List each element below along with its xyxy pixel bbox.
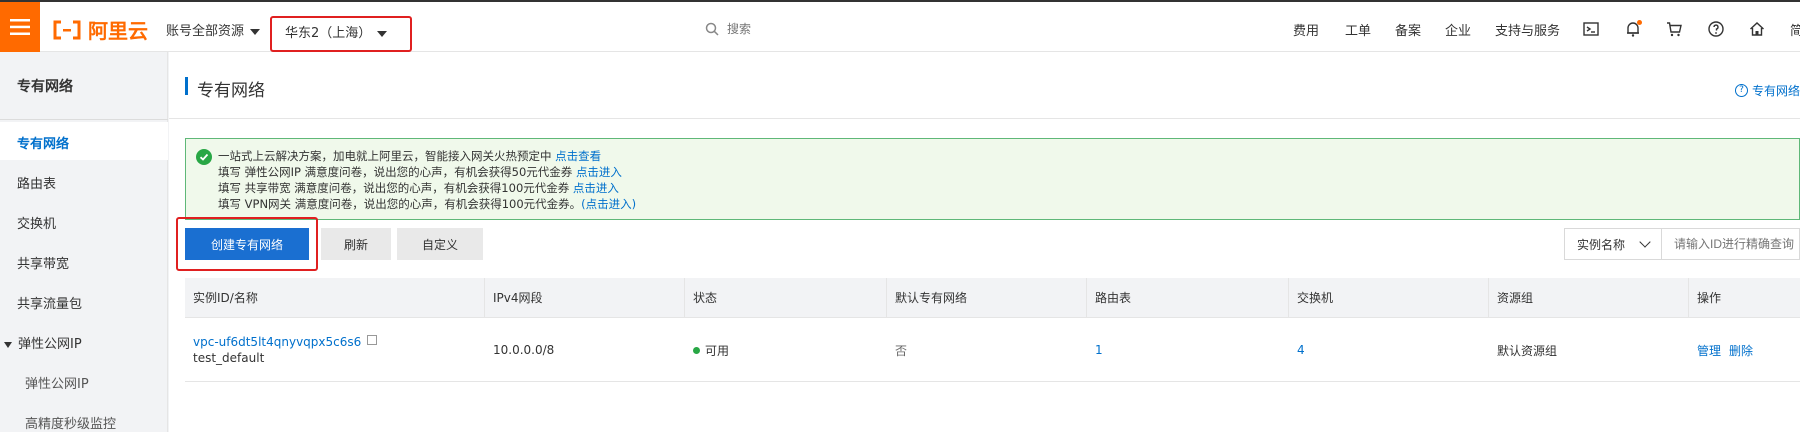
notice-line-3: 填写 共享带宽 满意度问卷，说出您的心声，有机会获得100元代金券 点击进入 bbox=[218, 180, 619, 196]
notice-line-1-text: 一站式上云解决方案，加电就上阿里云，智能接入网关火热预定中 bbox=[218, 149, 552, 163]
notice-link-4[interactable]: (点击进入) bbox=[581, 197, 636, 211]
cell-resource-group: 默认资源组 bbox=[1497, 343, 1558, 358]
notice-line-2: 填写 弹性公网IP 满意度问卷，说出您的心声，有机会获得50元代金券 点击进入 bbox=[218, 164, 622, 180]
notice-line-4: 填写 VPN网关 满意度问卷，说出您的心声，有机会获得100元代金券。(点击进入… bbox=[218, 196, 636, 212]
cell-default-vpc: 否 bbox=[895, 343, 908, 358]
cell-cidr: 10.0.0.0/8 bbox=[493, 343, 555, 357]
logo-text: 阿里云 bbox=[88, 19, 148, 43]
customize-button[interactable]: 自定义 bbox=[397, 228, 483, 260]
filter-search-input[interactable] bbox=[1662, 228, 1800, 260]
route-table-count-link[interactable]: 1 bbox=[1095, 343, 1103, 357]
caret-down-icon bbox=[377, 30, 388, 37]
sidebar-item-shared-traffic[interactable]: 共享流量包 bbox=[17, 293, 82, 312]
aliyun-logo-icon bbox=[53, 20, 81, 39]
sidebar-title: 专有网络 bbox=[17, 79, 73, 95]
notice-link-2[interactable]: 点击进入 bbox=[576, 165, 622, 179]
vpc-name: test_default bbox=[193, 351, 265, 365]
sidebar-subitem-monitor[interactable]: 高精度秒级监控 bbox=[25, 413, 116, 432]
nav-tickets[interactable]: 工单 bbox=[1345, 20, 1371, 39]
column-header-vswitch: 交换机 bbox=[1289, 278, 1489, 318]
question-circle-icon: ? bbox=[1734, 84, 1748, 97]
notice-line-2-text: 填写 弹性公网IP 满意度问卷，说出您的心声，有机会获得50元代金券 bbox=[218, 165, 573, 179]
help-doc-link[interactable]: ? 专有网络 bbox=[1734, 82, 1800, 99]
cell-id-name: vpc-uf6dt5lt4qnyvqpx5c6s6 test_default bbox=[185, 318, 485, 382]
sidebar-item-shared-bandwidth[interactable]: 共享带宽 bbox=[17, 253, 69, 272]
search-icon bbox=[705, 22, 719, 36]
copy-icon[interactable] bbox=[367, 335, 378, 345]
global-search[interactable] bbox=[705, 18, 965, 40]
vpc-id-link[interactable]: vpc-uf6dt5lt4qnyvqpx5c6s6 bbox=[193, 335, 361, 349]
help-icon[interactable] bbox=[1707, 20, 1725, 38]
notice-line-4-text: 填写 VPN网关 满意度问卷，说出您的心声，有机会获得100元代金券。 bbox=[218, 197, 582, 211]
filter-field-select[interactable]: 实例名称 bbox=[1564, 228, 1662, 260]
nav-language-cut[interactable]: 简 bbox=[1790, 20, 1800, 39]
vpc-id-line: vpc-uf6dt5lt4qnyvqpx5c6s6 bbox=[193, 335, 378, 349]
notice-line-3-text: 填写 共享带宽 满意度问卷，说出您的心声，有机会获得100元代金券 bbox=[218, 181, 570, 195]
column-header-actions: 操作 bbox=[1697, 291, 1722, 305]
help-doc-label: 专有网络 bbox=[1751, 84, 1800, 98]
terminal-icon[interactable] bbox=[1582, 20, 1600, 38]
notice-link-1[interactable]: 点击查看 bbox=[555, 149, 601, 163]
cell-route-tables: 1 bbox=[1087, 318, 1289, 382]
sidebar-item-vpc[interactable]: 专有网络 bbox=[17, 133, 69, 152]
account-resources-dropdown[interactable]: 账号全部资源 bbox=[166, 20, 261, 39]
refresh-button[interactable]: 刷新 bbox=[321, 228, 391, 260]
vswitch-count-link[interactable]: 4 bbox=[1297, 343, 1305, 357]
account-resources-label: 账号全部资源 bbox=[166, 24, 245, 39]
check-circle-icon bbox=[196, 149, 212, 165]
column-header-default: 默认专有网络 bbox=[887, 278, 1087, 318]
table-row: vpc-uf6dt5lt4qnyvqpx5c6s6 test_default 1… bbox=[185, 318, 1800, 382]
nav-icp[interactable]: 备案 bbox=[1395, 20, 1421, 39]
top-bar: 阿里云 账号全部资源 华东2（上海） 费用 工单 备案 企业 支持与服务 简 bbox=[0, 0, 1800, 52]
menu-icon[interactable] bbox=[0, 2, 40, 52]
main-content: 专有网络 ? 专有网络 一站式上云解决方案，加电就上阿里云，智能接入网关火热预定… bbox=[169, 52, 1800, 432]
cell-actions: 管理 删除 bbox=[1689, 318, 1800, 382]
sidebar-subitem-eip[interactable]: 弹性公网IP bbox=[25, 373, 89, 392]
caret-down-icon bbox=[250, 28, 261, 35]
search-input[interactable] bbox=[727, 22, 927, 36]
notice-line-1: 一站式上云解决方案，加电就上阿里云，智能接入网关火热预定中 点击查看 bbox=[218, 148, 601, 164]
delete-link[interactable]: 删除 bbox=[1729, 342, 1753, 359]
title-accent-bar bbox=[185, 77, 188, 95]
column-header-route-table: 路由表 bbox=[1087, 278, 1289, 318]
nav-enterprise[interactable]: 企业 bbox=[1445, 20, 1471, 39]
sidebar: 专有网络 专有网络 路由表 交换机 共享带宽 共享流量包 弹性公网IP 弹性公网… bbox=[0, 52, 168, 432]
cell-status: 可用 bbox=[685, 318, 887, 382]
region-label: 华东2（上海） bbox=[285, 26, 372, 41]
sidebar-group-eip[interactable]: 弹性公网IP bbox=[4, 333, 82, 352]
sidebar-divider bbox=[0, 119, 168, 120]
column-header-status: 状态 bbox=[685, 278, 887, 318]
column-header-cidr: IPv4网段 bbox=[485, 278, 685, 318]
nav-support[interactable]: 支持与服务 bbox=[1495, 20, 1560, 39]
notice-banner: 一站式上云解决方案，加电就上阿里云，智能接入网关火热预定中 点击查看 填写 弹性… bbox=[185, 138, 1800, 220]
create-vpc-button[interactable]: 创建专有网络 bbox=[185, 228, 309, 260]
status-text: 可用 bbox=[705, 343, 730, 358]
expand-triangle-icon bbox=[4, 341, 12, 348]
sidebar-group-label: 弹性公网IP bbox=[18, 337, 82, 352]
home-icon[interactable] bbox=[1748, 20, 1766, 38]
filter-field-label: 实例名称 bbox=[1577, 237, 1626, 252]
bell-icon[interactable] bbox=[1624, 20, 1642, 38]
sidebar-item-vswitch[interactable]: 交换机 bbox=[17, 213, 56, 232]
page-title: 专有网络 bbox=[197, 81, 265, 101]
cell-vswitches: 4 bbox=[1289, 318, 1489, 382]
column-header-resource-group: 资源组 bbox=[1489, 278, 1689, 318]
chevron-down-icon bbox=[1639, 236, 1651, 248]
status-dot-icon bbox=[693, 346, 700, 354]
page-header: 专有网络 ? 专有网络 bbox=[169, 52, 1800, 119]
notification-dot bbox=[1637, 20, 1642, 25]
sidebar-item-route-table[interactable]: 路由表 bbox=[17, 173, 56, 192]
aliyun-logo[interactable]: 阿里云 bbox=[52, 15, 148, 44]
manage-link[interactable]: 管理 bbox=[1697, 342, 1721, 359]
notice-link-3[interactable]: 点击进入 bbox=[573, 181, 619, 195]
table-header: 实例ID/名称 IPv4网段 状态 默认专有网络 路由表 交换机 资源组 操作 bbox=[185, 278, 1800, 318]
cart-icon[interactable] bbox=[1665, 20, 1683, 38]
nav-fees[interactable]: 费用 bbox=[1293, 20, 1319, 39]
column-header-id: 实例ID/名称 bbox=[185, 278, 485, 318]
region-selector[interactable]: 华东2（上海） bbox=[285, 22, 388, 41]
